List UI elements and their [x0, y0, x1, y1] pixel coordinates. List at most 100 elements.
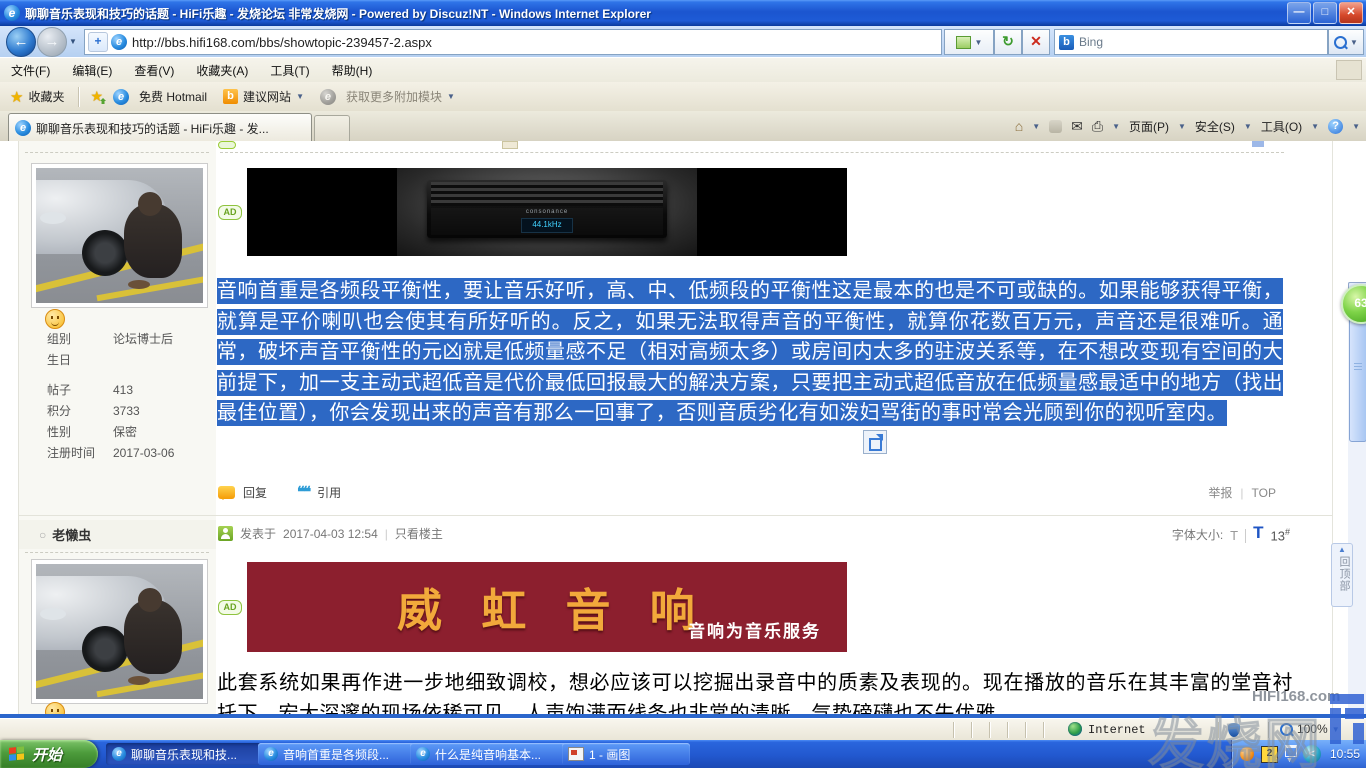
tab-new-stub[interactable]: [314, 115, 350, 142]
stop-button[interactable]: ✕: [1022, 29, 1050, 55]
protected-mode-shield-icon[interactable]: [1228, 723, 1240, 737]
addons-dropdown-icon[interactable]: ▼: [447, 92, 455, 101]
view-author-link[interactable]: 只看楼主: [395, 525, 443, 542]
page-dropdown-icon[interactable]: ▼: [1178, 122, 1186, 131]
avatar[interactable]: [31, 559, 208, 704]
favorites-button[interactable]: 收藏夹: [28, 88, 64, 105]
taskbar-task-1[interactable]: e 聊聊音乐表现和技...: [106, 743, 264, 765]
start-button[interactable]: 开始: [0, 740, 98, 768]
back-to-top-widget[interactable]: ▲ 回顶部: [1331, 543, 1353, 607]
command-bar: ⌂ ▼ ✉ ⎙ ▼ 页面(P) ▼ 安全(S) ▼ 工具(O) ▼ ? ▼: [1015, 115, 1360, 137]
zoom-dropdown-icon[interactable]: ▼: [1332, 725, 1340, 734]
suggested-sites-icon: b: [223, 89, 238, 104]
weihong-banner-ad[interactable]: 威 虹 音 响 音响为音乐服务: [247, 562, 847, 652]
rss-icon[interactable]: [1049, 120, 1062, 133]
tab-active[interactable]: e 聊聊音乐表现和技巧的话题 - HiFi乐趣 - 发...: [8, 113, 312, 142]
tray-clock[interactable]: 10:55: [1330, 747, 1360, 761]
help-dropdown-icon[interactable]: ▼: [1352, 122, 1360, 131]
printer-icon[interactable]: ⎙: [1092, 118, 1103, 135]
tray-messenger-icon[interactable]: <: [1303, 745, 1321, 763]
addons-label[interactable]: 获取更多附加模块: [346, 88, 442, 105]
printer-dropdown-icon[interactable]: ▼: [1112, 122, 1120, 131]
status-cell-divider: [1218, 722, 1220, 738]
font-larger-button[interactable]: T: [1253, 523, 1263, 543]
tab-title[interactable]: 聊聊音乐表现和技巧的话题 - HiFi乐趣 - 发...: [36, 120, 269, 137]
page-menu[interactable]: 页面(P): [1129, 118, 1169, 135]
minimize-button[interactable]: —: [1287, 2, 1311, 24]
avatar-headlight-shape: [40, 608, 66, 620]
help-icon[interactable]: ?: [1328, 119, 1343, 134]
close-button[interactable]: ✕: [1339, 2, 1363, 24]
taskbar-task-2[interactable]: e 音响首重是各频段...: [258, 743, 416, 765]
tray-window-icon[interactable]: [1285, 745, 1297, 757]
hotmail-label[interactable]: 免费 Hotmail: [139, 88, 207, 105]
safety-dropdown-icon[interactable]: ▼: [1244, 122, 1252, 131]
menu-tools[interactable]: 工具(T): [259, 59, 320, 83]
banner-subtitle: 音响为音乐服务: [688, 617, 821, 642]
tray-orange-icon[interactable]: [1240, 747, 1254, 761]
add-favorite-icon[interactable]: ★: [90, 88, 103, 105]
separator: |: [385, 527, 388, 541]
suggested-sites-label[interactable]: 建议网站: [243, 88, 291, 105]
url-text[interactable]: http://bbs.hifi168.com/bbs/showtopic-239…: [132, 35, 432, 50]
menu-favorites[interactable]: 收藏夹(A): [185, 59, 259, 83]
safety-menu[interactable]: 安全(S): [1195, 118, 1235, 135]
info-label: 帖子: [47, 380, 113, 401]
back-button[interactable]: ←: [6, 27, 36, 57]
menu-help[interactable]: 帮助(H): [321, 59, 384, 83]
suggested-sites-dropdown-icon[interactable]: ▼: [296, 92, 304, 101]
zoom-level[interactable]: 100%: [1297, 722, 1328, 736]
history-dropdown-icon[interactable]: ▼: [69, 37, 77, 46]
font-smaller-button[interactable]: T: [1230, 528, 1238, 543]
quote-button[interactable]: 引用: [317, 484, 341, 501]
highlighted-text[interactable]: 音响首重是各频段平衡性，要让音乐好听，高、中、低频段的平衡性这是最本的也是不可或…: [217, 278, 1283, 426]
address-dropdown-icon[interactable]: ▼: [975, 38, 983, 47]
tray-window-group: ▼: [1278, 745, 1297, 764]
home-icon[interactable]: ⌂: [1015, 118, 1023, 134]
search-button[interactable]: ▼: [1328, 29, 1364, 55]
refresh-button[interactable]: ↻: [994, 29, 1022, 55]
tools-menu[interactable]: 工具(O): [1261, 118, 1302, 135]
menu-edit[interactable]: 编辑(E): [61, 59, 123, 83]
shield-plus-icon[interactable]: +: [88, 32, 108, 52]
back-to-top-label[interactable]: 回顶部: [1336, 556, 1352, 592]
info-row-group: 组别 论坛博士后: [47, 329, 207, 350]
post-dashed-divider: [220, 152, 1284, 153]
avatar[interactable]: [31, 163, 208, 308]
open-link-icon[interactable]: [863, 430, 887, 454]
search-box[interactable]: b Bing: [1054, 29, 1328, 55]
menu-view[interactable]: 查看(V): [123, 59, 185, 83]
menu-bar-corner-box: [1336, 60, 1362, 80]
maximize-button[interactable]: □: [1313, 2, 1337, 24]
favorite-addons[interactable]: e 获取更多附加模块 ▼: [320, 88, 455, 105]
zoom-control[interactable]: 100% ▼: [1280, 722, 1340, 736]
info-label: 积分: [47, 401, 113, 422]
taskbar-task-3[interactable]: e 什么是纯音响基本...: [410, 743, 568, 765]
favorite-suggested-sites[interactable]: b 建议网站 ▼: [223, 88, 304, 105]
search-placeholder[interactable]: Bing: [1079, 35, 1103, 49]
home-dropdown-icon[interactable]: ▼: [1032, 122, 1040, 131]
author2-username[interactable]: 老懒虫: [52, 525, 91, 544]
vertical-scrollbar[interactable]: ▲ ▲: [1348, 282, 1366, 718]
status-cell-divider: [989, 722, 991, 738]
favorite-hotmail[interactable]: e 免费 Hotmail: [113, 88, 207, 105]
tray-input-method-icon[interactable]: 2: [1261, 746, 1278, 763]
window-titlebar: e 聊聊音乐表现和技巧的话题 - HiFi乐趣 - 发烧论坛 非常发烧网 - P…: [0, 0, 1366, 26]
tray-chevron-icon[interactable]: ▼: [1286, 757, 1293, 764]
top-link[interactable]: TOP: [1252, 486, 1276, 500]
tools-dropdown-icon[interactable]: ▼: [1311, 122, 1319, 131]
compatibility-view-button[interactable]: ▼: [944, 29, 994, 55]
report-link[interactable]: 举报: [1208, 484, 1232, 501]
menu-file[interactable]: 文件(F): [0, 59, 61, 83]
search-dropdown-icon[interactable]: ▼: [1350, 38, 1358, 47]
reply-button[interactable]: 回复: [243, 484, 267, 501]
address-bar[interactable]: + e http://bbs.hifi168.com/bbs/showtopic…: [84, 29, 942, 55]
avatar-wheel-shape: [82, 626, 128, 672]
mail-icon[interactable]: ✉: [1071, 118, 1083, 135]
window-title: 聊聊音乐表现和技巧的话题 - HiFi乐趣 - 发烧论坛 非常发烧网 - Pow…: [25, 5, 1287, 22]
product-ad-image[interactable]: consonance 44.1kHz: [247, 168, 847, 256]
forward-button[interactable]: →: [37, 27, 67, 57]
taskbar-task-paint[interactable]: 1 - 画图: [562, 743, 690, 765]
compatibility-view-icon: [956, 36, 971, 49]
status-cell-divider: [1025, 722, 1027, 738]
